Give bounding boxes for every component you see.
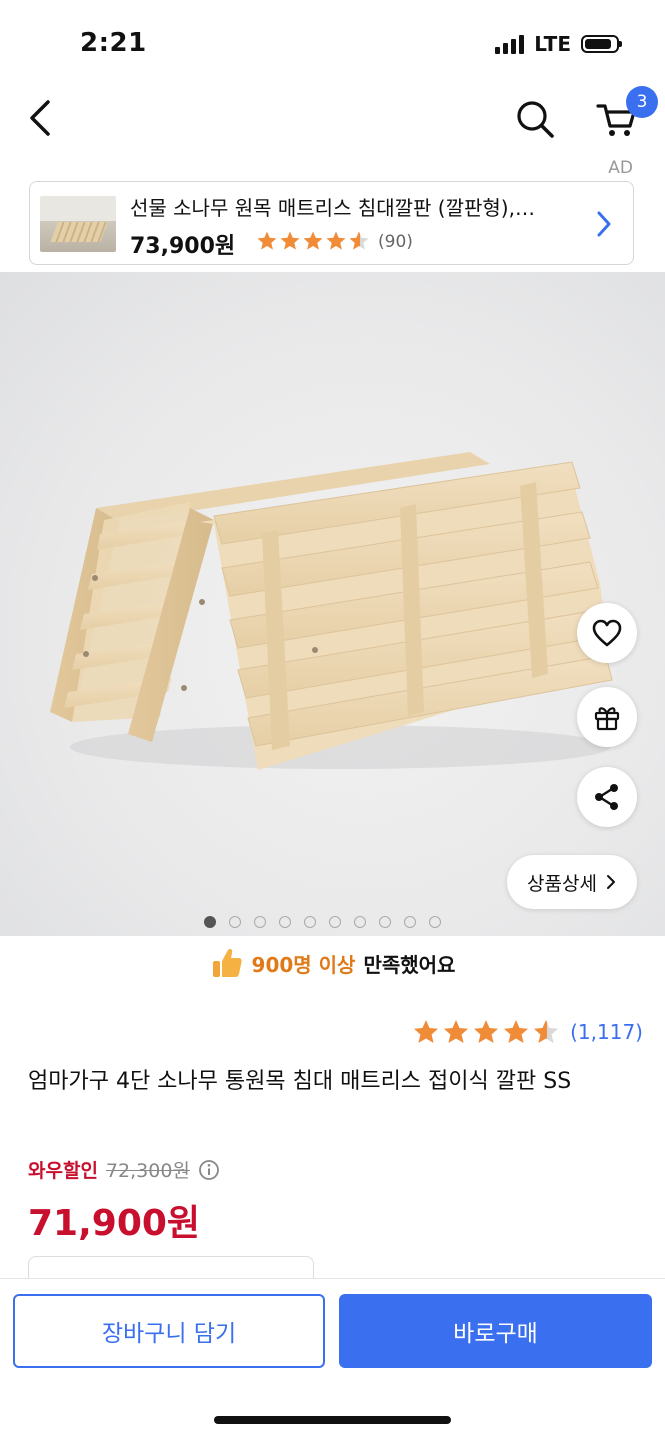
add-to-cart-button[interactable]: 장바구니 담기	[13, 1294, 325, 1368]
gift-icon	[594, 707, 620, 731]
search-button[interactable]	[512, 96, 558, 142]
gallery-dot[interactable]	[254, 916, 266, 928]
buy-now-button[interactable]: 바로구매	[339, 1294, 652, 1368]
satisfaction-text: 만족했어요	[363, 952, 456, 977]
ad-review-count: (90)	[378, 232, 413, 252]
gallery-dot[interactable]	[204, 916, 216, 928]
signal-icon	[495, 34, 525, 54]
gallery-dot[interactable]	[229, 916, 241, 928]
ad-price: 73,900원	[130, 234, 236, 259]
discount-row: 와우할인 72,300원	[28, 1156, 220, 1183]
gallery-pagination	[204, 916, 441, 928]
product-image-gallery[interactable]	[0, 272, 665, 936]
ad-rating-stars	[256, 230, 374, 252]
gallery-dot[interactable]	[304, 916, 316, 928]
gallery-dot[interactable]	[329, 916, 341, 928]
gallery-dot[interactable]	[429, 916, 441, 928]
back-button[interactable]	[22, 96, 62, 140]
product-detail-label: 상품상세	[527, 872, 597, 895]
satisfaction-banner: 900명 이상 만족했어요	[0, 946, 665, 980]
product-rating[interactable]: (1,117)	[412, 1018, 643, 1046]
status-indicators: LTE	[495, 32, 622, 56]
ad-title: 선물 소나무 원목 매트리스 침대깔판 (깔판형),…	[130, 196, 535, 220]
star-rating-icon	[257, 231, 369, 250]
gallery-dot[interactable]	[279, 916, 291, 928]
thumbs-up-icon	[212, 949, 242, 977]
ad-thumbnail	[40, 196, 116, 252]
network-label: LTE	[534, 32, 571, 56]
cart-count-badge: 3	[626, 86, 658, 118]
favorite-button[interactable]	[577, 603, 637, 663]
heart-icon	[592, 619, 622, 647]
chevron-right-icon	[597, 211, 611, 237]
wow-discount-label: 와우할인	[28, 1160, 98, 1182]
review-count-link[interactable]: (1,117)	[570, 1020, 643, 1044]
original-price: 72,300원	[105, 1160, 190, 1182]
gift-button[interactable]	[577, 687, 637, 747]
home-indicator[interactable]	[214, 1416, 451, 1424]
gallery-dot[interactable]	[354, 916, 366, 928]
share-icon	[595, 784, 618, 810]
sponsored-product-card[interactable]: 선물 소나무 원목 매트리스 침대깔판 (깔판형),… 73,900원 (90)	[29, 181, 634, 265]
info-icon[interactable]	[198, 1159, 220, 1181]
gallery-dot[interactable]	[404, 916, 416, 928]
product-detail-button[interactable]: 상품상세	[507, 855, 637, 909]
chevron-left-icon	[30, 100, 50, 136]
satisfaction-count: 900명 이상	[251, 952, 356, 977]
ad-label: AD	[608, 158, 633, 178]
chevron-right-icon	[606, 875, 615, 889]
status-time: 2:21	[80, 28, 147, 58]
share-button[interactable]	[577, 767, 637, 827]
folding-bed-frame-image	[50, 452, 613, 770]
gallery-dot[interactable]	[379, 916, 391, 928]
final-price: 71,900원	[28, 1203, 201, 1244]
battery-icon	[581, 35, 622, 53]
product-title: 엄마가구 4단 소나무 통원목 침대 매트리스 접이식 깔판 SS	[28, 1069, 572, 1094]
search-icon	[517, 101, 554, 138]
star-rating-icon	[414, 1020, 559, 1043]
